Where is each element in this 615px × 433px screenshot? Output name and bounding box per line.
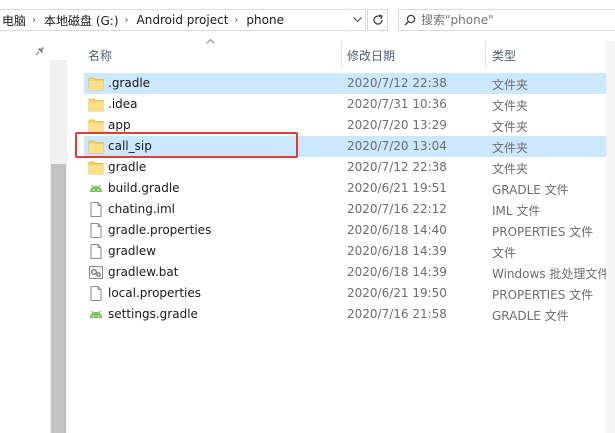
file-date-modified: 2020/7/31 10:36 (347, 97, 447, 111)
file-row[interactable]: gradlew 2020/6/18 14:39 文件 (80, 241, 615, 262)
breadcrumb-this-pc[interactable]: 电脑 (0, 12, 26, 29)
file-date-modified: 2020/6/18 14:40 (347, 223, 447, 237)
file-name: gradle.properties (108, 223, 212, 237)
column-divider[interactable] (485, 41, 486, 68)
file-name: .idea (108, 97, 138, 111)
file-type: 文件 (492, 246, 517, 260)
file-name: .gradle (108, 76, 151, 90)
file-type: 文件夹 (492, 141, 529, 155)
column-header-type[interactable]: 类型 (492, 47, 516, 64)
file-date-modified: 2020/6/21 19:51 (347, 181, 447, 195)
folder-icon (88, 76, 104, 91)
highlight-annotation-box (75, 132, 298, 158)
sort-ascending-icon (206, 36, 215, 47)
file-row[interactable]: .gradle 2020/7/12 22:38 文件夹 (80, 73, 615, 94)
file-type: GRADLE 文件 (492, 183, 569, 197)
file-name: chating.iml (108, 202, 175, 216)
file-date-modified: 2020/7/16 21:58 (347, 307, 447, 321)
file-type: Windows 批处理文件 (492, 267, 610, 281)
folder-icon (88, 160, 104, 175)
file-type: 文件夹 (492, 78, 529, 92)
file-list-scrollbar[interactable] (606, 41, 615, 433)
file-row[interactable]: settings.gradle 2020/7/16 21:58 GRADLE 文件 (80, 304, 615, 325)
folder-icon (88, 118, 104, 133)
file-name: settings.gradle (108, 307, 198, 321)
file-type: GRADLE 文件 (492, 309, 569, 323)
search-box[interactable] (398, 9, 615, 31)
file-type: PROPERTIES 文件 (492, 288, 594, 302)
file-date-modified: 2020/6/18 14:39 (347, 265, 447, 279)
pin-icon[interactable] (34, 45, 46, 60)
batch-file-icon (88, 265, 104, 280)
file-row[interactable]: .idea 2020/7/31 10:36 文件夹 (80, 94, 615, 115)
refresh-icon[interactable] (367, 9, 388, 31)
document-icon (88, 223, 104, 238)
address-bar[interactable]: 电脑 › 本地磁盘 (G:) › Android project › phone (0, 9, 366, 31)
file-name: app (108, 118, 131, 132)
file-row[interactable]: gradle 2020/7/12 22:38 文件夹 (80, 157, 615, 178)
document-icon (88, 202, 104, 217)
file-row[interactable]: chating.iml 2020/7/16 22:12 IML 文件 (80, 199, 615, 220)
search-input[interactable] (421, 13, 601, 27)
file-row[interactable]: gradlew.bat 2020/6/18 14:39 Windows 批处理文件 (80, 262, 615, 283)
file-name: gradle (108, 160, 147, 174)
file-date-modified: 2020/7/20 13:29 (347, 118, 447, 132)
file-type: 文件夹 (492, 120, 529, 134)
file-name: gradlew (108, 244, 157, 258)
android-gradle-icon (88, 181, 104, 196)
file-type: 文件夹 (492, 162, 529, 176)
file-list-view[interactable]: 名称 修改日期 类型 .gradle 2020/7/12 22:38 文件夹 .ide… (80, 38, 615, 433)
breadcrumb-separator-icon[interactable]: › (228, 15, 244, 26)
column-header-date-modified[interactable]: 修改日期 (347, 47, 395, 64)
file-type: PROPERTIES 文件 (492, 225, 594, 239)
column-header-row: 名称 修改日期 类型 (80, 38, 615, 68)
folder-icon (88, 97, 104, 112)
file-name: build.gradle (108, 181, 180, 195)
file-row[interactable]: gradle.properties 2020/6/18 14:40 PROPERTI… (80, 220, 615, 241)
document-icon (88, 286, 104, 301)
column-divider[interactable] (341, 41, 342, 68)
breadcrumb-separator-icon[interactable]: › (119, 15, 135, 26)
column-header-name[interactable]: 名称 (88, 47, 112, 64)
file-date-modified: 2020/6/18 14:39 (347, 244, 447, 258)
file-date-modified: 2020/7/20 13:04 (347, 139, 447, 153)
file-name: local.properties (108, 286, 202, 300)
android-gradle-icon (88, 307, 104, 322)
file-row[interactable]: local.properties 2020/6/21 19:50 PROPERTIE… (80, 283, 615, 304)
file-type: IML 文件 (492, 204, 541, 218)
address-history-chevron-down-icon[interactable] (346, 9, 367, 31)
document-icon (88, 244, 104, 259)
breadcrumb-separator-icon[interactable]: › (26, 15, 42, 26)
search-icon[interactable] (399, 14, 421, 26)
nav-scrollbar-thumb[interactable] (51, 164, 66, 433)
file-date-modified: 2020/7/16 22:12 (347, 202, 447, 216)
file-date-modified: 2020/6/21 19:50 (347, 286, 447, 300)
file-date-modified: 2020/7/12 22:38 (347, 76, 447, 90)
breadcrumb-drive[interactable]: 本地磁盘 (G:) (42, 12, 119, 29)
file-name: gradlew.bat (108, 265, 179, 279)
file-date-modified: 2020/7/12 22:38 (347, 160, 447, 174)
breadcrumb-android-project[interactable]: Android project (135, 13, 229, 27)
file-type: 文件夹 (492, 99, 529, 113)
file-row[interactable]: build.gradle 2020/6/21 19:51 GRADLE 文件 (80, 178, 615, 199)
breadcrumb-phone[interactable]: phone (244, 13, 284, 27)
address-bar-row: 电脑 › 本地磁盘 (G:) › Android project › phone (0, 0, 615, 41)
